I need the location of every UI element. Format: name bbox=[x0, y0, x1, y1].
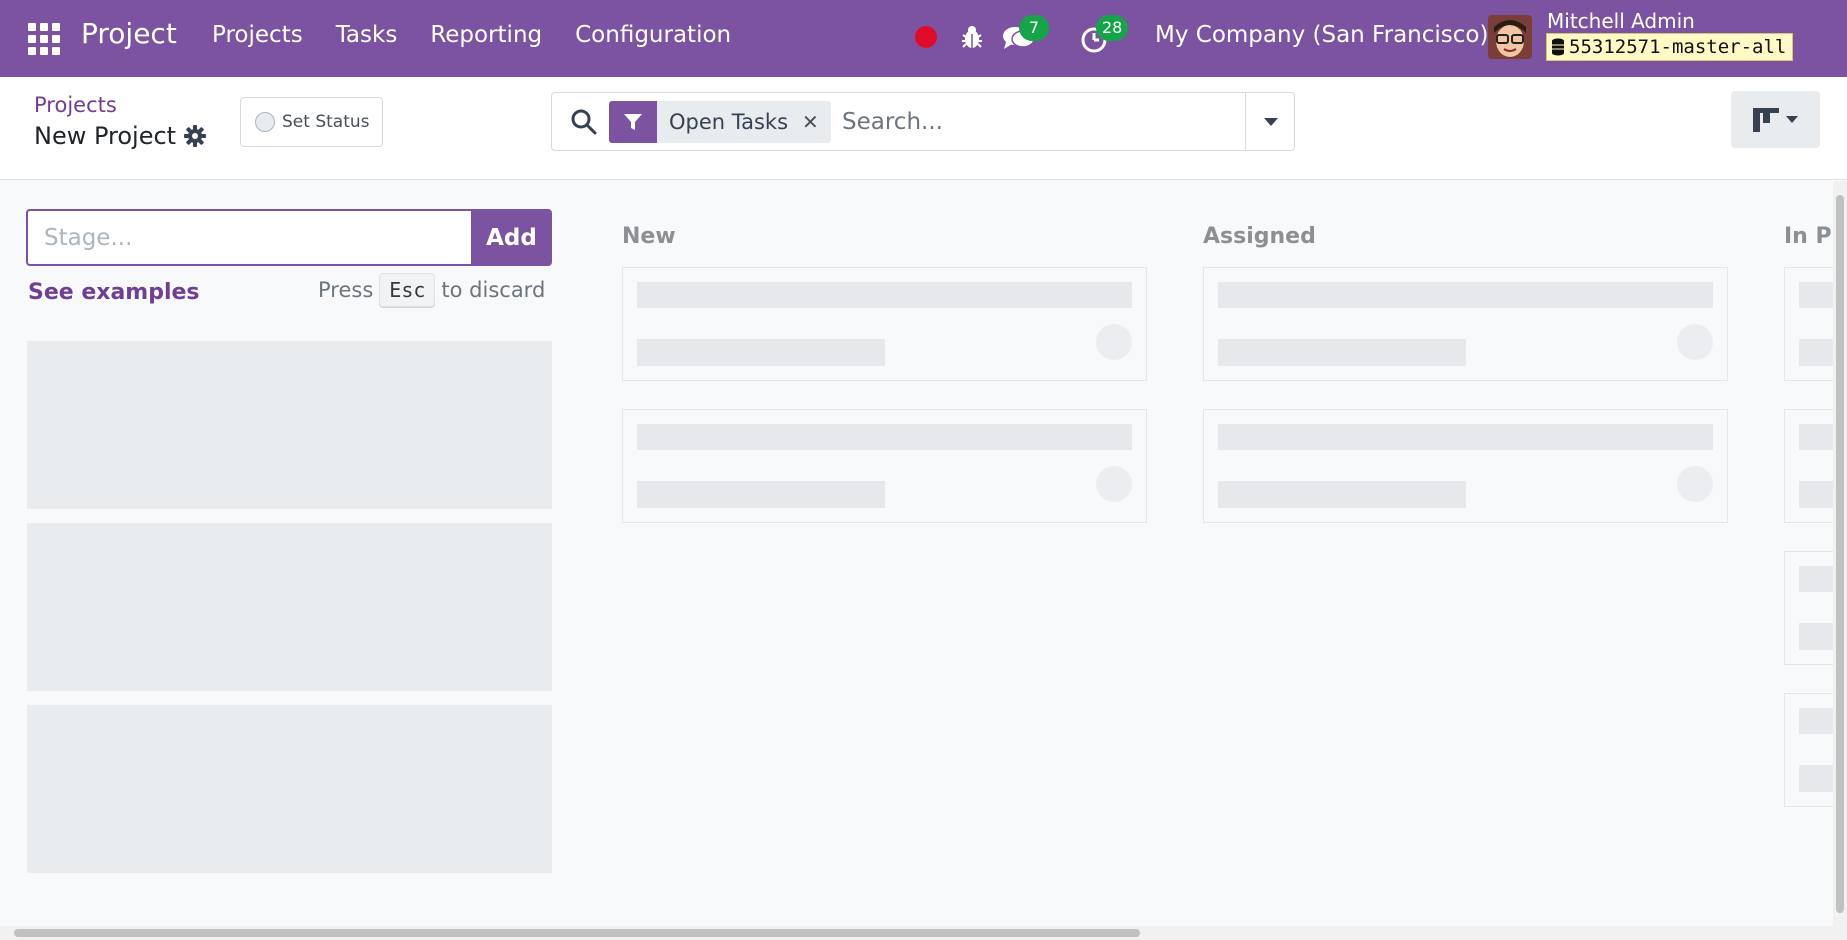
placeholder-card bbox=[622, 409, 1147, 523]
app-brand[interactable]: Project bbox=[81, 17, 177, 50]
company-switcher[interactable]: My Company (San Francisco) bbox=[1155, 22, 1488, 48]
placeholder-column-block bbox=[27, 523, 552, 691]
stage-name-input[interactable] bbox=[26, 209, 471, 266]
column-title-assigned: Assigned bbox=[1203, 224, 1316, 249]
apps-menu-icon[interactable] bbox=[28, 23, 60, 55]
search-options-toggle[interactable] bbox=[1245, 93, 1295, 150]
database-icon bbox=[1552, 38, 1564, 56]
search-bar: Open Tasks ✕ bbox=[551, 92, 1295, 151]
hint-press: Press bbox=[318, 278, 374, 302]
activity-badge: 28 bbox=[1096, 15, 1129, 41]
placeholder-card bbox=[1784, 409, 1833, 523]
horizontal-scroll-thumb[interactable] bbox=[14, 929, 1140, 937]
placeholder-card bbox=[1784, 551, 1833, 665]
avatar-placeholder-icon bbox=[1096, 466, 1132, 502]
add-stage-button[interactable]: Add bbox=[471, 209, 552, 266]
see-examples-link[interactable]: See examples bbox=[28, 280, 200, 305]
caret-down-icon bbox=[1263, 117, 1278, 126]
kanban-view-icon bbox=[1752, 107, 1779, 132]
placeholder-card bbox=[1203, 267, 1728, 381]
placeholder-column-block bbox=[27, 705, 552, 873]
menu-item-projects[interactable]: Projects bbox=[212, 22, 303, 48]
gear-icon[interactable] bbox=[183, 124, 207, 148]
menu-item-reporting[interactable]: Reporting bbox=[430, 22, 542, 48]
placeholder-card bbox=[1203, 409, 1728, 523]
avatar-placeholder-icon bbox=[1677, 466, 1713, 502]
column-title-in-progress: In Pr bbox=[1784, 224, 1833, 249]
menu-item-tasks[interactable]: Tasks bbox=[336, 22, 398, 48]
status-circle-icon bbox=[255, 112, 275, 132]
horizontal-scrollbar[interactable] bbox=[0, 926, 1847, 940]
discard-hint: Press Esc to discard bbox=[318, 273, 545, 307]
column-title-new: New bbox=[622, 224, 676, 249]
avatar[interactable] bbox=[1488, 15, 1532, 59]
database-name: 55312571-master-all bbox=[1569, 36, 1787, 58]
avatar-placeholder-icon bbox=[1677, 324, 1713, 360]
database-badge: 55312571-master-all bbox=[1546, 33, 1794, 61]
facet-remove-icon[interactable]: ✕ bbox=[802, 110, 819, 134]
bug-icon[interactable] bbox=[957, 22, 987, 52]
breadcrumb-projects[interactable]: Projects bbox=[34, 93, 117, 117]
top-navbar: Project Projects Tasks Reporting Configu… bbox=[0, 0, 1847, 77]
menu-item-configuration[interactable]: Configuration bbox=[575, 22, 731, 48]
vertical-scrollbar[interactable] bbox=[1833, 181, 1847, 926]
facet-label: Open Tasks bbox=[669, 110, 789, 134]
view-switcher-button[interactable] bbox=[1731, 91, 1820, 148]
filter-icon bbox=[609, 101, 657, 143]
placeholder-card bbox=[1784, 693, 1833, 807]
esc-key: Esc bbox=[379, 273, 436, 307]
main-menu: Projects Tasks Reporting Configuration bbox=[212, 22, 764, 48]
placeholder-column-block bbox=[27, 341, 552, 509]
kanban-board: Add See examples Press Esc to discard Ne… bbox=[0, 181, 1833, 926]
stage-quick-create: Add bbox=[26, 209, 552, 266]
caret-down-icon bbox=[1785, 116, 1798, 123]
search-input[interactable] bbox=[842, 101, 1232, 143]
vertical-scroll-thumb[interactable] bbox=[1836, 195, 1844, 913]
record-icon[interactable] bbox=[915, 26, 937, 48]
set-status-label: Set Status bbox=[282, 112, 370, 132]
search-facet: Open Tasks ✕ bbox=[609, 101, 831, 143]
placeholder-card bbox=[622, 267, 1147, 381]
avatar-placeholder-icon bbox=[1096, 324, 1132, 360]
user-name[interactable]: Mitchell Admin bbox=[1547, 9, 1695, 33]
chat-badge: 7 bbox=[1019, 15, 1049, 41]
set-status-button[interactable]: Set Status bbox=[240, 97, 383, 147]
facet-value: Open Tasks ✕ bbox=[657, 101, 831, 143]
hint-discard: to discard bbox=[441, 278, 546, 302]
placeholder-card bbox=[1784, 267, 1833, 381]
search-icon[interactable] bbox=[570, 108, 598, 136]
control-panel: Projects New Project Set Status Open Tas… bbox=[0, 77, 1847, 180]
page-title: New Project bbox=[34, 122, 177, 150]
